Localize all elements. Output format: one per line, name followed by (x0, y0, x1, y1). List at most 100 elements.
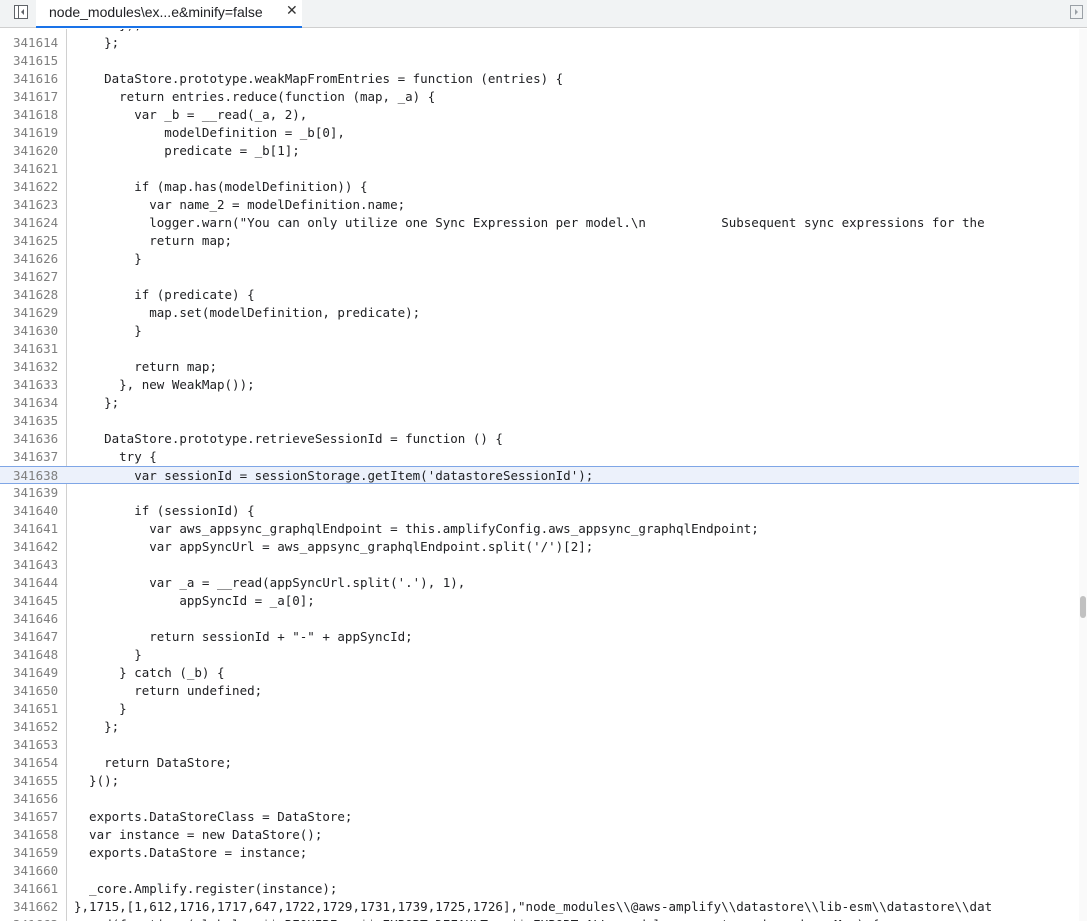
line-number[interactable]: 341621 (13, 161, 58, 177)
line-number[interactable]: 341631 (13, 341, 58, 357)
code-line[interactable]: 341620 predicate = _b[1]; (0, 142, 1079, 160)
code-line[interactable]: 341630 } (0, 322, 1079, 340)
vertical-scrollbar[interactable] (1079, 29, 1087, 921)
line-number[interactable]: 341638 (13, 468, 58, 484)
line-number[interactable]: 341651 (13, 701, 58, 717)
line-number[interactable]: 341633 (13, 377, 58, 393)
line-number[interactable]: 341632 (13, 359, 58, 375)
code-line[interactable]: 341629 map.set(modelDefinition, predicat… (0, 304, 1079, 322)
toggle-debugger-icon[interactable] (1070, 5, 1083, 19)
code-line[interactable]: 341650 return undefined; (0, 682, 1079, 700)
close-icon[interactable]: ✕ (286, 3, 298, 19)
code-line[interactable]: 341646 (0, 610, 1079, 628)
line-number[interactable]: 341643 (13, 557, 58, 573)
code-line[interactable]: 341644 var _a = __read(appSyncUrl.split(… (0, 574, 1079, 592)
line-number[interactable]: 341634 (13, 395, 58, 411)
line-number[interactable]: 341659 (13, 845, 58, 861)
code-line[interactable]: 341657 exports.DataStoreClass = DataStor… (0, 808, 1079, 826)
code-line[interactable]: 341615 (0, 52, 1079, 70)
line-number[interactable]: 341663 (13, 917, 58, 921)
code-line[interactable]: 341636 DataStore.prototype.retrieveSessi… (0, 430, 1079, 448)
code-line[interactable]: 341662},1715,[1,612,1716,1717,647,1722,1… (0, 898, 1079, 916)
code-line[interactable]: 341648 } (0, 646, 1079, 664)
line-number[interactable]: 341653 (13, 737, 58, 753)
line-number[interactable]: 341637 (13, 449, 58, 465)
line-number[interactable]: 341628 (13, 287, 58, 303)
line-number[interactable]: 341642 (13, 539, 58, 555)
code-line[interactable]: 341632 return map; (0, 358, 1079, 376)
code-line[interactable]: 341642 var appSyncUrl = aws_appsync_grap… (0, 538, 1079, 556)
code-line[interactable]: 341655 }(); (0, 772, 1079, 790)
code-line[interactable]: 341639 (0, 484, 1079, 502)
code-line[interactable]: 341617 return entries.reduce(function (m… (0, 88, 1079, 106)
line-number[interactable]: 341656 (13, 791, 58, 807)
code-line[interactable]: 341635 (0, 412, 1079, 430)
code-line[interactable]: 341640 if (sessionId) { (0, 502, 1079, 520)
code-line[interactable]: 341660 (0, 862, 1079, 880)
code-line[interactable]: 341659 exports.DataStore = instance; (0, 844, 1079, 862)
code-line[interactable]: 341626 } (0, 250, 1079, 268)
line-number[interactable]: 341625 (13, 233, 58, 249)
line-number[interactable]: 341639 (13, 485, 58, 501)
code-line[interactable]: 341653 (0, 736, 1079, 754)
code-line[interactable]: 341658 var instance = new DataStore(); (0, 826, 1079, 844)
toggle-navigator-icon[interactable] (14, 5, 28, 19)
code-line[interactable]: 341627 (0, 268, 1079, 286)
code-line[interactable]: 341628 if (predicate) { (0, 286, 1079, 304)
line-number[interactable]: 341615 (13, 53, 58, 69)
line-number[interactable]: 341619 (13, 125, 58, 141)
code-line[interactable]: 341643 (0, 556, 1079, 574)
line-number[interactable]: 341655 (13, 773, 58, 789)
current-code-line[interactable]: 341638 var sessionId = sessionStorage.ge… (0, 466, 1079, 484)
line-number[interactable]: 341636 (13, 431, 58, 447)
line-number[interactable]: 341644 (13, 575, 58, 591)
line-number[interactable]: 341618 (13, 107, 58, 123)
line-number[interactable]: 341649 (13, 665, 58, 681)
line-number[interactable]: 341646 (13, 611, 58, 627)
line-number[interactable]: 341623 (13, 197, 58, 213)
line-number[interactable]: 341635 (13, 413, 58, 429)
code-line[interactable]: 341637 try { (0, 448, 1079, 466)
line-number[interactable]: 341614 (13, 35, 58, 51)
code-line[interactable]: 341634 }; (0, 394, 1079, 412)
line-number[interactable]: 341640 (13, 503, 58, 519)
line-number[interactable]: 341654 (13, 755, 58, 771)
code-line[interactable]: 341621 (0, 160, 1079, 178)
code-line[interactable]: 341624 logger.warn("You can only utilize… (0, 214, 1079, 232)
code-line[interactable]: 341616 DataStore.prototype.weakMapFromEn… (0, 70, 1079, 88)
line-number[interactable]: 341658 (13, 827, 58, 843)
source-file-tab[interactable]: node_modules\ex...e&minify=false ✕ (36, 0, 302, 28)
code-line[interactable]: 341654 return DataStore; (0, 754, 1079, 772)
code-line[interactable]: 341641 var aws_appsync_graphqlEndpoint =… (0, 520, 1079, 538)
line-number[interactable]: 341613 (13, 29, 58, 33)
line-number[interactable]: 341626 (13, 251, 58, 267)
line-number[interactable]: 341648 (13, 647, 58, 663)
code-line[interactable]: 341622 if (map.has(modelDefinition)) { (0, 178, 1079, 196)
code-line[interactable]: 341618 var _b = __read(_a, 2), (0, 106, 1079, 124)
line-number[interactable]: 341662 (13, 899, 58, 915)
code-line[interactable]: 341651 } (0, 700, 1079, 718)
line-number[interactable]: 341620 (13, 143, 58, 159)
code-line[interactable]: 341623 var name_2 = modelDefinition.name… (0, 196, 1079, 214)
code-line[interactable]: 341661 _core.Amplify.register(instance); (0, 880, 1079, 898)
line-number[interactable]: 341657 (13, 809, 58, 825)
line-number[interactable]: 341627 (13, 269, 58, 285)
line-number[interactable]: 341622 (13, 179, 58, 195)
code-line[interactable]: 341619 modelDefinition = _b[0], (0, 124, 1079, 142)
code-line[interactable]: 341656 (0, 790, 1079, 808)
scrollbar-thumb[interactable] (1080, 596, 1086, 618)
code-line[interactable]: 341614 }; (0, 34, 1079, 52)
line-number[interactable]: 341617 (13, 89, 58, 105)
line-number[interactable]: 341629 (13, 305, 58, 321)
code-line[interactable]: 341652 }; (0, 718, 1079, 736)
line-number[interactable]: 341650 (13, 683, 58, 699)
code-line[interactable]: 341633 }, new WeakMap()); (0, 376, 1079, 394)
line-number[interactable]: 341624 (13, 215, 58, 231)
code-line[interactable]: 341663 __d(function (global, _$$_REQUIRE… (0, 916, 1079, 921)
code-line[interactable]: 341649 } catch (_b) { (0, 664, 1079, 682)
code-editor[interactable]: 341613 });341614 };341615341616 DataStor… (0, 29, 1079, 921)
line-number[interactable]: 341647 (13, 629, 58, 645)
code-line[interactable]: 341647 return sessionId + "-" + appSyncI… (0, 628, 1079, 646)
line-number[interactable]: 341641 (13, 521, 58, 537)
line-number[interactable]: 341645 (13, 593, 58, 609)
